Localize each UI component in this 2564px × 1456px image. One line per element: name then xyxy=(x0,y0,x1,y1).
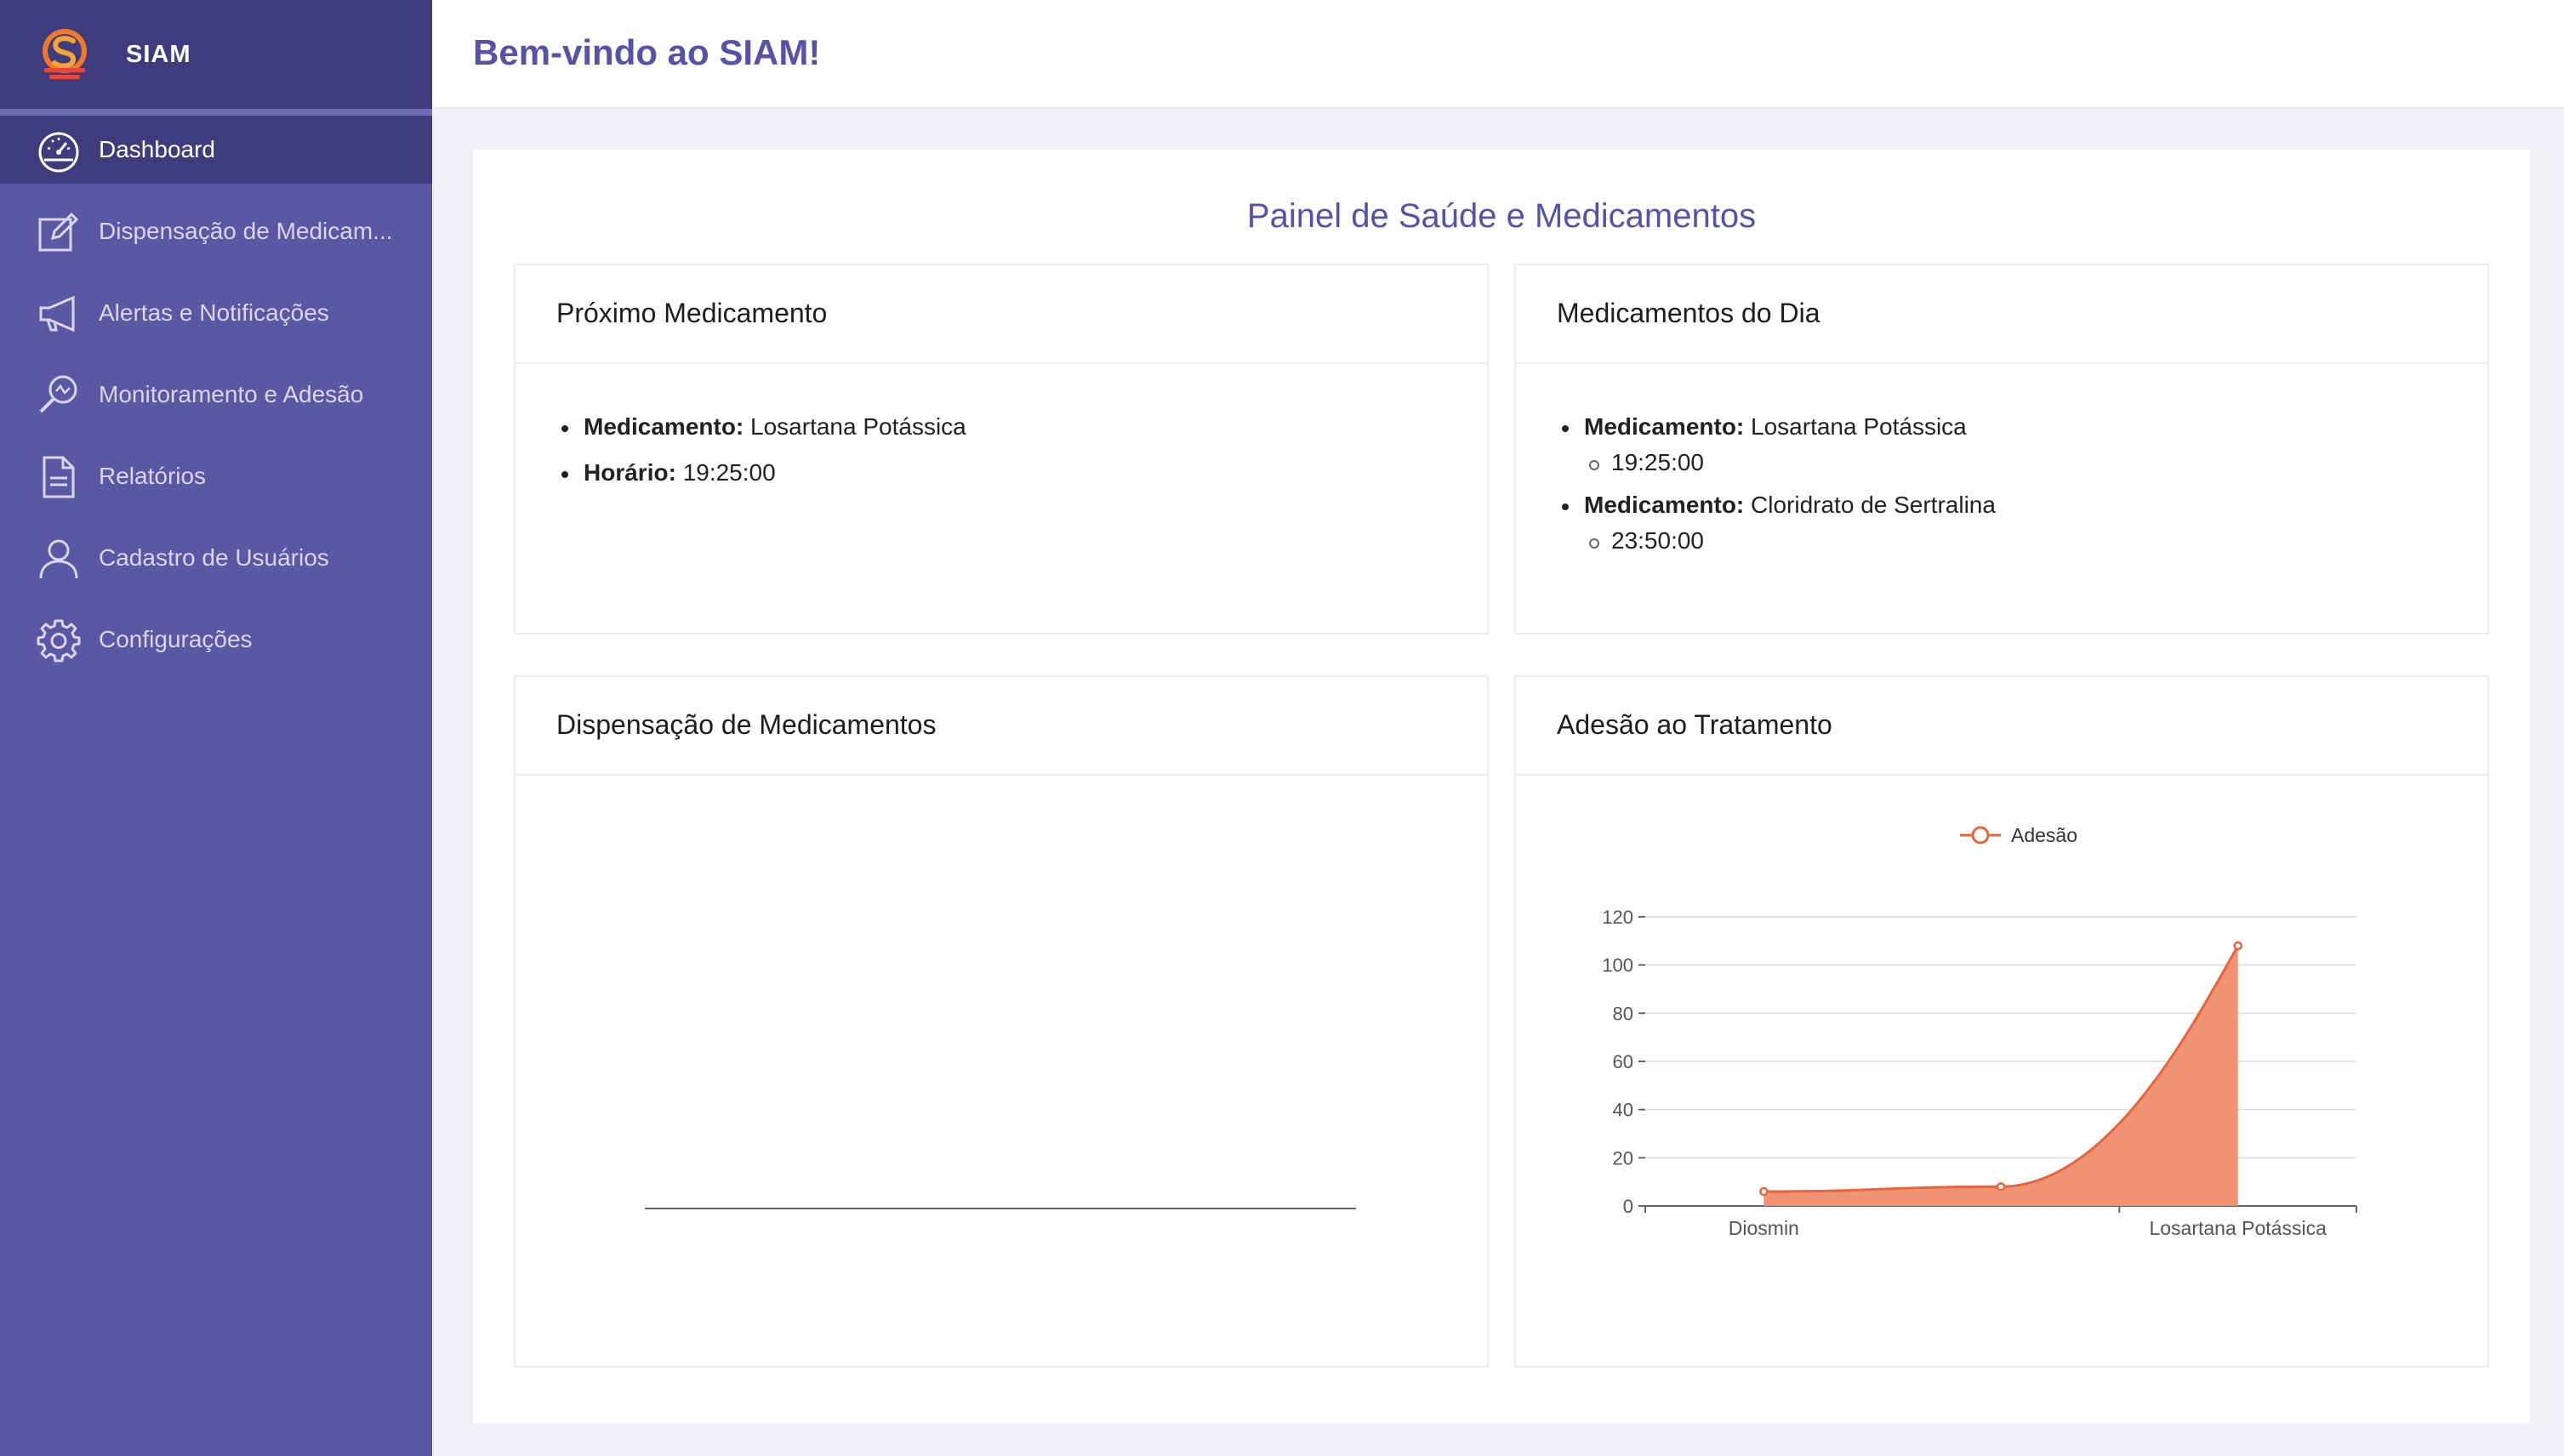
empty-chart-baseline xyxy=(645,1208,1356,1209)
sidebar-item-relatorios[interactable]: Relatórios xyxy=(0,442,432,510)
sidebar-item-configuracoes[interactable]: Configurações xyxy=(0,606,432,674)
card-header: Próximo Medicamento xyxy=(516,265,1487,364)
today-medications-card: Medicamentos do Dia Medicamento: Losarta… xyxy=(1514,264,2489,634)
y-tick-label: 40 xyxy=(1613,1100,1633,1121)
card-title: Dispensação de Medicamentos xyxy=(556,709,937,740)
medication-value: Losartana Potássica xyxy=(1751,413,1967,440)
dashboard-panel: Painel de Saúde e Medicamentos Próximo M… xyxy=(473,150,2530,1424)
megaphone-icon xyxy=(39,295,75,333)
sidebar-item-dispensacao[interactable]: Dispensação de Medicam... xyxy=(0,197,432,265)
panel-title: Painel de Saúde e Medicamentos xyxy=(1246,197,1757,235)
document-icon xyxy=(43,456,75,498)
sidebar-item-label: Relatórios xyxy=(99,463,207,489)
y-tick-label: 80 xyxy=(1613,1003,1633,1024)
next-medication-list: Medicamento: Losartana Potássica Horário… xyxy=(561,413,966,486)
adherence-chart: 0 20 40 60 80 100 120 Diosmin Losartana Potássic… xyxy=(1602,824,2357,1239)
x-tick-label: Diosmin xyxy=(1729,1217,1799,1239)
card-header: Dispensação de Medicamentos xyxy=(516,677,1487,776)
list-item: Horário: 19:25:00 xyxy=(561,459,966,486)
time-subitem: 19:25:00 xyxy=(1589,449,1996,476)
card-title: Próximo Medicamento xyxy=(556,298,828,328)
gear-icon xyxy=(37,619,81,663)
dispensation-card: Dispensação de Medicamentos xyxy=(514,675,1489,1368)
medication-label: Medicamento: xyxy=(1584,413,1745,440)
y-tick-label: 0 xyxy=(1623,1196,1633,1217)
data-point xyxy=(1759,1186,1769,1197)
list-item: Medicamento: Losartana Potássica xyxy=(561,413,966,441)
legend-label: Adesão xyxy=(2011,824,2077,846)
medication-label: Medicamento: xyxy=(1584,492,1745,518)
sidebar-item-label: Dispensação de Medicam... xyxy=(99,218,393,244)
next-medication-card: Próximo Medicamento Medicamento: Losarta… xyxy=(514,264,1489,634)
list-item: Medicamento: Cloridrato de Sertralina xyxy=(1562,492,1996,519)
time-value: 19:25:00 xyxy=(682,459,776,486)
card-header: Medicamentos do Dia xyxy=(1516,265,2487,364)
sidebar-item-alertas[interactable]: Alertas e Notificações xyxy=(0,279,432,347)
data-point xyxy=(1996,1182,2006,1192)
sidebar-item-cadastro[interactable]: Cadastro de Usuários xyxy=(0,524,432,592)
list-item: Medicamento: Losartana Potássica xyxy=(1562,413,1996,441)
sidebar-divider xyxy=(0,109,432,116)
sidebar-item-label: Dashboard xyxy=(99,136,215,162)
sidebar-item-label: Configurações xyxy=(99,626,253,652)
sidebar-item-label: Alertas e Notificações xyxy=(99,299,329,326)
magnifier-icon xyxy=(39,375,77,413)
today-medications-list: Medicamento: Losartana Potássica 19:25:0… xyxy=(1562,413,1996,555)
top-header: Bem-vindo ao SIAM! xyxy=(432,0,2564,109)
dashboard-gauge-icon xyxy=(38,132,79,173)
medication-value: Cloridrato de Sertralina xyxy=(1751,492,1996,518)
page-title: Bem-vindo ao SIAM! xyxy=(473,32,821,72)
app-name: SIAM xyxy=(126,41,191,68)
card-title: Medicamentos do Dia xyxy=(1557,298,1820,328)
y-tick-label: 20 xyxy=(1613,1147,1633,1169)
sidebar-item-monitoramento[interactable]: Monitoramento e Adesão xyxy=(0,361,432,429)
x-tick-label: Losartana Potássica xyxy=(2149,1217,2327,1239)
medication-label: Medicamento: xyxy=(584,413,744,440)
sidebar-brand[interactable]: SIAM xyxy=(0,0,432,111)
y-tick-label: 100 xyxy=(1602,955,1633,976)
adherence-card: Adesão ao Tratamento 0 20 40 60 80 100 120 Dios… xyxy=(1514,675,2489,1368)
user-icon xyxy=(39,539,78,579)
data-point xyxy=(2233,941,2242,951)
time-label: Horário: xyxy=(584,459,676,486)
sidebar-item-label: Cadastro de Usuários xyxy=(99,544,329,571)
y-tick-label: 120 xyxy=(1602,907,1633,928)
time-subitem: 23:50:00 xyxy=(1589,527,1996,555)
y-tick-label: 60 xyxy=(1613,1051,1633,1072)
sidebar: SIAM Dashboard Dispensação de Medicam...… xyxy=(0,0,432,1456)
sidebar-item-dashboard[interactable]: Dashboard xyxy=(0,116,432,184)
medication-value: Losartana Potássica xyxy=(750,413,966,440)
legend-marker xyxy=(1971,826,1990,845)
edit-icon xyxy=(38,212,79,252)
sidebar-item-label: Monitoramento e Adesão xyxy=(99,381,364,407)
siam-logo-icon xyxy=(43,29,87,79)
series-area xyxy=(1763,946,2238,1206)
